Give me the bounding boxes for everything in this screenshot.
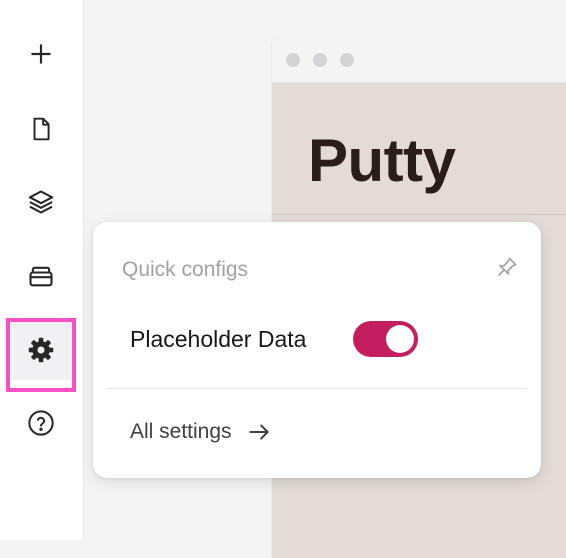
placeholder-data-toggle[interactable] [353,321,418,357]
preview-title: Putty [308,127,456,194]
popover-title: Quick configs [122,258,249,281]
pin-icon [498,257,517,276]
help-circle-icon [28,410,54,436]
toggle-knob [386,325,414,353]
all-settings-label: All settings [130,420,232,443]
all-settings-link[interactable]: All settings [130,418,272,446]
quick-configs-popover: Quick configs Placeholder Data All setti… [93,222,541,478]
window-titlebar [272,38,566,83]
add-button[interactable] [11,24,71,84]
gear-icon [28,337,54,363]
layers-icon [28,190,54,214]
pin-button[interactable] [491,251,523,283]
layers-button[interactable] [11,172,71,232]
help-button[interactable] [11,393,71,453]
arrow-right-icon [248,424,269,440]
settings-button[interactable] [11,320,71,380]
placeholder-data-label: Placeholder Data [130,326,307,352]
preview-divider [272,214,566,215]
window-dot [286,53,300,67]
window-dot [313,53,327,67]
sidebar [0,0,84,540]
popover-divider [107,388,527,389]
assets-button[interactable] [11,246,71,306]
archive-icon [29,266,53,287]
window-dot [340,53,354,67]
pages-button[interactable] [11,99,71,159]
plus-icon [31,44,51,64]
file-icon [33,117,50,141]
